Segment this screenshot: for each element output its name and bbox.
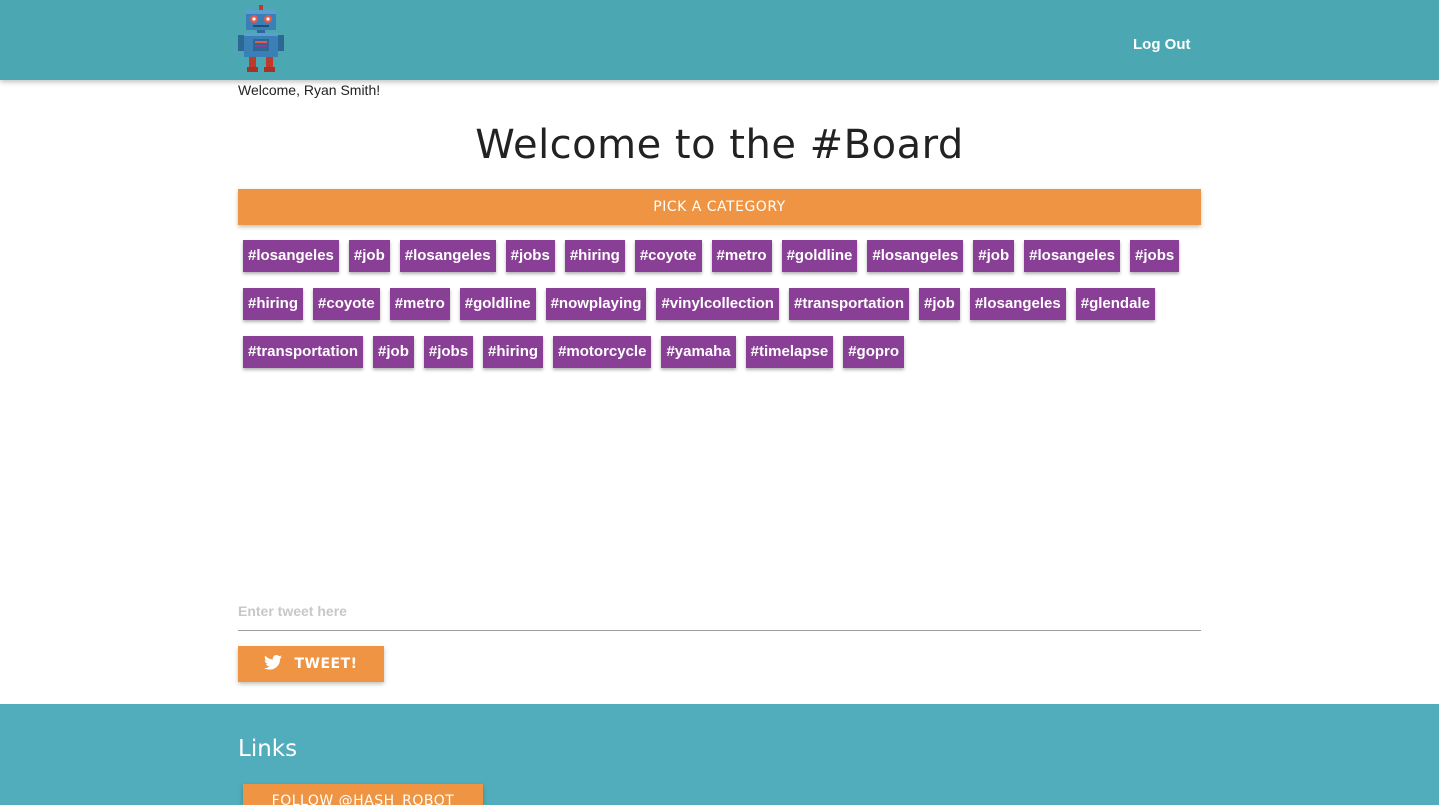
hashtag-chip[interactable]: #coyote	[313, 288, 380, 320]
hashtag-chip[interactable]: #motorcycle	[553, 336, 652, 368]
hashtag-chip[interactable]: #goldline	[459, 288, 536, 320]
logout-link[interactable]: Log Out	[1133, 36, 1190, 53]
hashtag-chip[interactable]: #gopro	[843, 336, 905, 368]
hashtag-chip[interactable]: #timelapse	[745, 336, 834, 368]
hashtag-chip[interactable]: #transportation	[788, 288, 909, 320]
hashtag-chip[interactable]: #losangeles	[969, 288, 1066, 320]
hashtag-chip[interactable]: #losangeles	[399, 240, 496, 272]
welcome-user-text: Welcome, Ryan Smith!	[238, 82, 381, 98]
hashtag-chip[interactable]: #losangeles	[867, 240, 964, 272]
robot-logo-icon[interactable]	[236, 5, 286, 73]
tweet-button-label: TWEET!	[294, 656, 358, 672]
hashtag-chip[interactable]: #jobs	[1130, 240, 1180, 272]
hashtag-chip[interactable]: #losangeles	[243, 240, 339, 272]
page-title: Welcome to the #Board	[475, 122, 964, 168]
hashtag-chip[interactable]: #job	[919, 288, 960, 320]
hashtag-chip[interactable]: #nowplaying	[545, 288, 647, 320]
hashtag-row: #losangeles #job #losangeles #jobs #hiring #c…	[238, 236, 1201, 284]
hashtag-row: #transportation #job #jobs #hiring #motorcyc…	[238, 332, 1201, 380]
hashtag-chip[interactable]: #job	[348, 240, 390, 272]
hashtag-chip[interactable]: #metro	[389, 288, 450, 320]
pick-category-button[interactable]: PICK A CATEGORY	[238, 189, 1201, 225]
hashtag-chip[interactable]: #coyote	[634, 240, 702, 272]
hashtag-chip[interactable]: #glendale	[1075, 288, 1155, 320]
tweet-input[interactable]	[238, 592, 1201, 631]
hashtag-chip[interactable]: #yamaha	[661, 336, 736, 368]
hashtag-chip[interactable]: #hiring	[564, 240, 625, 272]
hashtag-chip[interactable]: #job	[973, 240, 1015, 272]
hashtag-chip[interactable]: #job	[373, 336, 414, 368]
hashtag-chip[interactable]: #jobs	[423, 336, 474, 368]
hashtag-board: #losangeles #job #losangeles #jobs #hiring #c…	[238, 236, 1201, 380]
footer-title: Links	[238, 736, 298, 762]
top-navbar: Log Out	[0, 0, 1439, 80]
twitter-bird-icon	[264, 654, 283, 674]
hashtag-chip[interactable]: #goldline	[781, 240, 858, 272]
hashtag-chip[interactable]: #vinylcollection	[656, 288, 779, 320]
hashtag-chip[interactable]: #losangeles	[1024, 240, 1121, 272]
hashtag-chip[interactable]: #hiring	[243, 288, 304, 320]
tweet-button[interactable]: TWEET!	[238, 646, 384, 682]
hashtag-chip[interactable]: #hiring	[483, 336, 544, 368]
follow-button[interactable]: FOLLOW @HASH_ROBOT	[243, 784, 483, 805]
footer: Links FOLLOW @HASH_ROBOT	[0, 704, 1439, 805]
hashtag-chip[interactable]: #transportation	[243, 336, 364, 368]
hashtag-chip[interactable]: #metro	[711, 240, 772, 272]
hashtag-chip[interactable]: #jobs	[505, 240, 555, 272]
hashtag-row: #hiring #coyote #metro #goldline #nowplaying…	[238, 284, 1201, 332]
